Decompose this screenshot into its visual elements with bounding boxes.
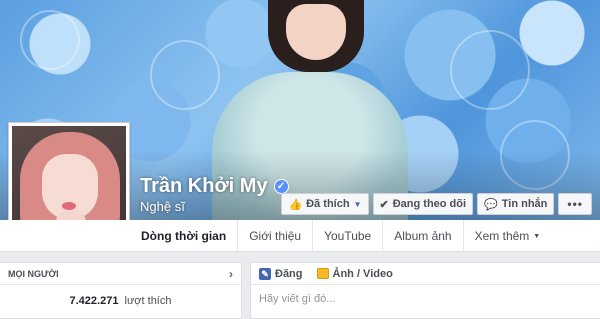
message-button[interactable]: 💬 Tin nhắn xyxy=(477,193,555,215)
composer-photo-label: Ảnh / Video xyxy=(332,267,393,280)
verified-check-icon: ✓ xyxy=(273,179,289,194)
composer-tab-status[interactable]: ✎ Đăng xyxy=(259,267,303,280)
pencil-icon: ✎ xyxy=(259,267,271,280)
likes-label: lượt thích xyxy=(124,295,172,307)
more-dots-icon: ••• xyxy=(567,197,583,211)
likes-count: 7.422.271 xyxy=(69,295,119,307)
photo-icon xyxy=(316,268,329,279)
page-tab-bar: Dòng thời gian Giới thiệu YouTube Album … xyxy=(0,220,600,252)
people-card-title: MỌI NGƯỜI xyxy=(8,268,59,279)
liked-button[interactable]: 👍 Đã thích ▼ xyxy=(281,193,369,215)
profile-name-row: Trần Khởi My ✓ xyxy=(140,175,289,198)
tab-timeline[interactable]: Dòng thời gian xyxy=(130,220,239,252)
page-actions: 👍 Đã thích ▼ ✔ Đang theo dõi 💬 Tin nhắn … xyxy=(281,193,592,215)
liked-label: Đã thích xyxy=(306,198,350,210)
following-label: Đang theo dõi xyxy=(392,198,467,210)
tab-youtube[interactable]: YouTube xyxy=(313,220,384,252)
composer-tab-photo[interactable]: Ảnh / Video xyxy=(316,267,393,280)
post-composer: ✎ Đăng Ảnh / Video Hãy viết gì đó... xyxy=(250,262,600,319)
people-card: MỌI NGƯỜI › 7.422.271 lượt thích xyxy=(0,262,242,319)
thumbs-up-icon: 👍 xyxy=(288,198,303,211)
following-button[interactable]: ✔ Đang theo dõi xyxy=(372,193,474,215)
chevron-right-icon[interactable]: › xyxy=(229,267,233,281)
likes-summary: 7.422.271 lượt thích xyxy=(0,285,241,307)
caret-down-icon: ▼ xyxy=(533,232,541,240)
more-options-button[interactable]: ••• xyxy=(558,193,592,215)
caret-down-icon: ▼ xyxy=(353,199,362,209)
message-label: Tin nhắn xyxy=(501,198,548,210)
message-icon: 💬 xyxy=(484,198,498,211)
tab-about[interactable]: Giới thiệu xyxy=(238,220,314,252)
composer-status-label: Đăng xyxy=(275,267,303,280)
profile-name[interactable]: Trần Khởi My xyxy=(140,175,268,198)
tab-more[interactable]: Xem thêm ▼ xyxy=(464,220,552,252)
checkmark-icon: ✔ xyxy=(379,198,389,211)
people-card-header[interactable]: MỌI NGƯỜI › xyxy=(0,263,241,285)
composer-input[interactable]: Hãy viết gì đó... xyxy=(251,285,600,313)
tab-photos[interactable]: Album ảnh xyxy=(383,220,464,252)
profile-category: Nghệ sĩ xyxy=(140,199,185,214)
